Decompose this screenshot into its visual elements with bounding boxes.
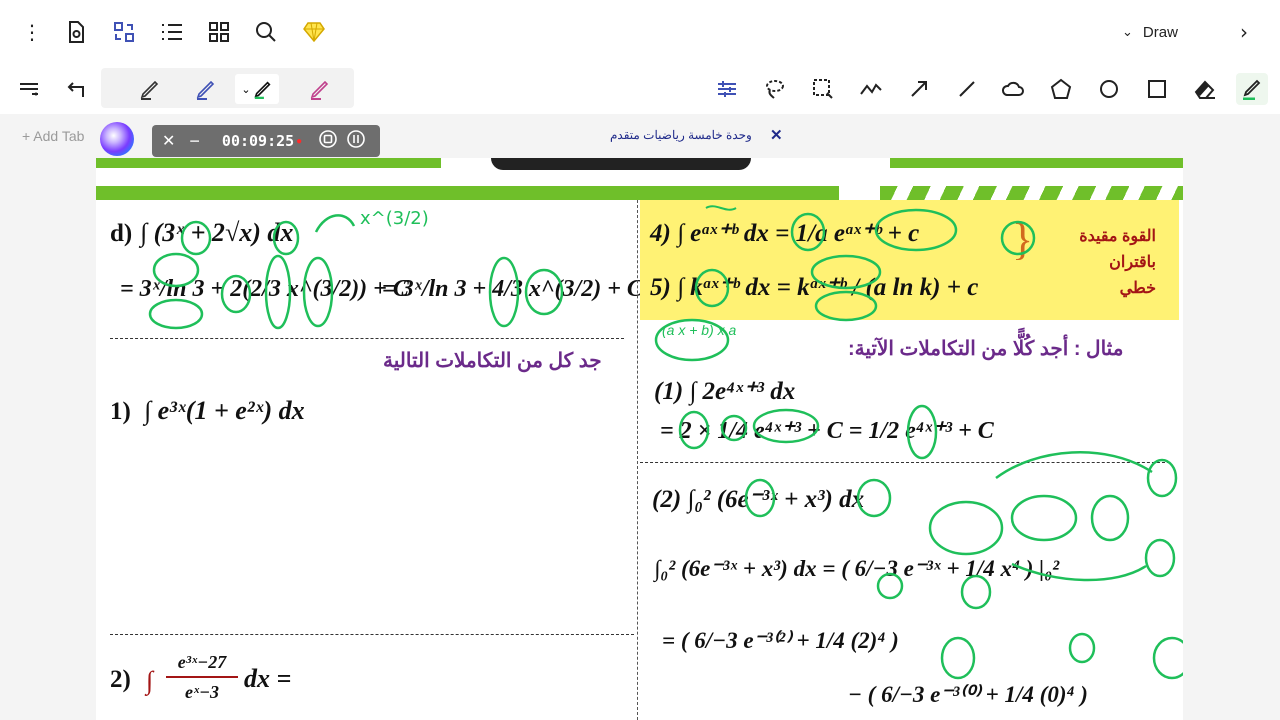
view-swap-icon[interactable] (110, 18, 138, 46)
plus-icon: + (22, 128, 34, 144)
freehand-icon[interactable] (858, 76, 884, 102)
top-toolbar: ⋮ ⌄ Draw › (0, 0, 1280, 64)
cloud-icon[interactable] (1000, 76, 1026, 102)
chevron-right-icon[interactable]: › (1230, 18, 1258, 46)
adjust-icon[interactable] (714, 76, 740, 102)
tab-title[interactable]: وحدة خامسة رياضيات متقدم (610, 128, 752, 142)
question-2-tail: dx = (244, 664, 292, 693)
pen-blue-icon[interactable] (195, 78, 217, 100)
pen-presets: ⌄ (101, 68, 354, 108)
rule-note-line-1: القوة مقيدة (1079, 228, 1156, 245)
pen-black-icon[interactable] (139, 78, 161, 100)
tab-close-icon[interactable]: ✕ (770, 126, 783, 144)
question-2-label: 2) (110, 666, 131, 693)
premium-diamond-icon[interactable] (300, 18, 328, 46)
fraction-bar (166, 676, 238, 678)
exercise-title: جد كل من التكاملات التالية (383, 350, 602, 372)
highlighter-icon[interactable] (1236, 73, 1268, 105)
header-title-partial (491, 158, 751, 170)
recording-dot-icon: ● (296, 135, 303, 147)
mode-selector[interactable]: ⌄ Draw (1122, 20, 1178, 44)
search-icon[interactable] (252, 18, 280, 46)
select-rect-icon[interactable] (810, 76, 836, 102)
pause-recording-icon[interactable] (346, 129, 366, 154)
pentagon-icon[interactable] (1048, 76, 1074, 102)
chevron-down-icon: ⌄ (1122, 24, 1133, 39)
question-1-expression: ∫ e³ˣ(1 + e²ˣ) dx (144, 396, 305, 425)
rule-note-line-2: باقتران (1109, 254, 1156, 271)
divider-2 (110, 634, 634, 635)
assistant-orb-icon[interactable] (100, 122, 134, 156)
example-title: مثال : أجد كُلًّا من التكاملات الآتية: (848, 338, 1124, 360)
close-icon[interactable]: ✕ (162, 131, 175, 151)
ink-note-ax-b: (a x + b) x a (662, 322, 737, 338)
stop-recording-icon[interactable] (318, 129, 338, 154)
add-tab-label: Add Tab (33, 128, 85, 144)
circle-icon[interactable] (1096, 76, 1122, 102)
rule-note-line-3: خطي (1119, 280, 1156, 297)
recording-bar: ✕ − 00:09:25 ● (152, 125, 380, 157)
section-bar-striped (880, 186, 1183, 200)
add-tab-button[interactable]: + Add Tab (22, 128, 84, 144)
lasso-icon[interactable] (762, 76, 788, 102)
pen-green-active[interactable]: ⌄ (235, 74, 279, 104)
question-2-denominator: eˣ−3 (184, 682, 219, 702)
question-1-label: 1) (110, 398, 131, 425)
header-bar-left (96, 158, 441, 168)
pen-pink-icon[interactable] (309, 78, 331, 100)
ink-annotations-left (148, 214, 564, 330)
chevron-down-icon: ⌄ (241, 83, 251, 96)
more-vert-icon[interactable]: ⋮ (18, 18, 46, 46)
section-bar-left (96, 186, 839, 200)
recording-timer: 00:09:25 (221, 132, 295, 150)
minimize-icon[interactable]: − (189, 131, 200, 152)
mode-label: Draw (1142, 23, 1178, 41)
toolbar-options-icon[interactable] (16, 76, 42, 102)
line-icon[interactable] (954, 76, 980, 102)
arrow-icon[interactable] (906, 76, 932, 102)
rule-note: القوة مقيدة باقتران خطي (1046, 224, 1156, 302)
integral-sign-icon: ∫ (146, 666, 154, 695)
rectangle-icon[interactable] (1144, 76, 1170, 102)
grid-icon[interactable] (205, 18, 233, 46)
eraser-icon[interactable] (1192, 76, 1218, 102)
notebook-page: d) ∫ (3ˣ + 2√x) dx x^(3/2) = 3ˣ/ln 3 + 2… (96, 158, 1183, 720)
question-2-numerator: e³ˣ−27 (177, 652, 227, 672)
undo-icon[interactable] (62, 76, 88, 102)
header-bar-right (890, 158, 1183, 168)
pen-green-icon (254, 81, 271, 99)
page-settings-icon[interactable] (62, 18, 90, 46)
divider-1 (110, 338, 624, 339)
ink-annotations-examples (678, 404, 1183, 680)
list-icon[interactable] (158, 18, 186, 46)
